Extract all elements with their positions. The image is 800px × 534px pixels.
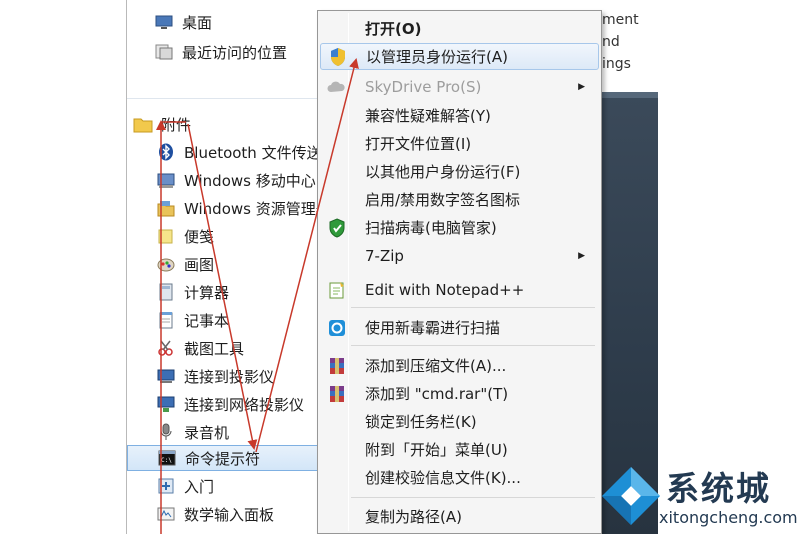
arrow-to-cmd (187, 123, 258, 450)
annotation-arrows (156, 58, 359, 534)
watermark-url: xitongcheng.com (659, 508, 798, 527)
watermark: 系统城 xitongcheng.com (596, 458, 800, 534)
watermark-logo-icon (602, 467, 660, 525)
watermark-brand: 系统城 (666, 469, 771, 508)
arrow-to-run-as-admin (255, 58, 359, 453)
